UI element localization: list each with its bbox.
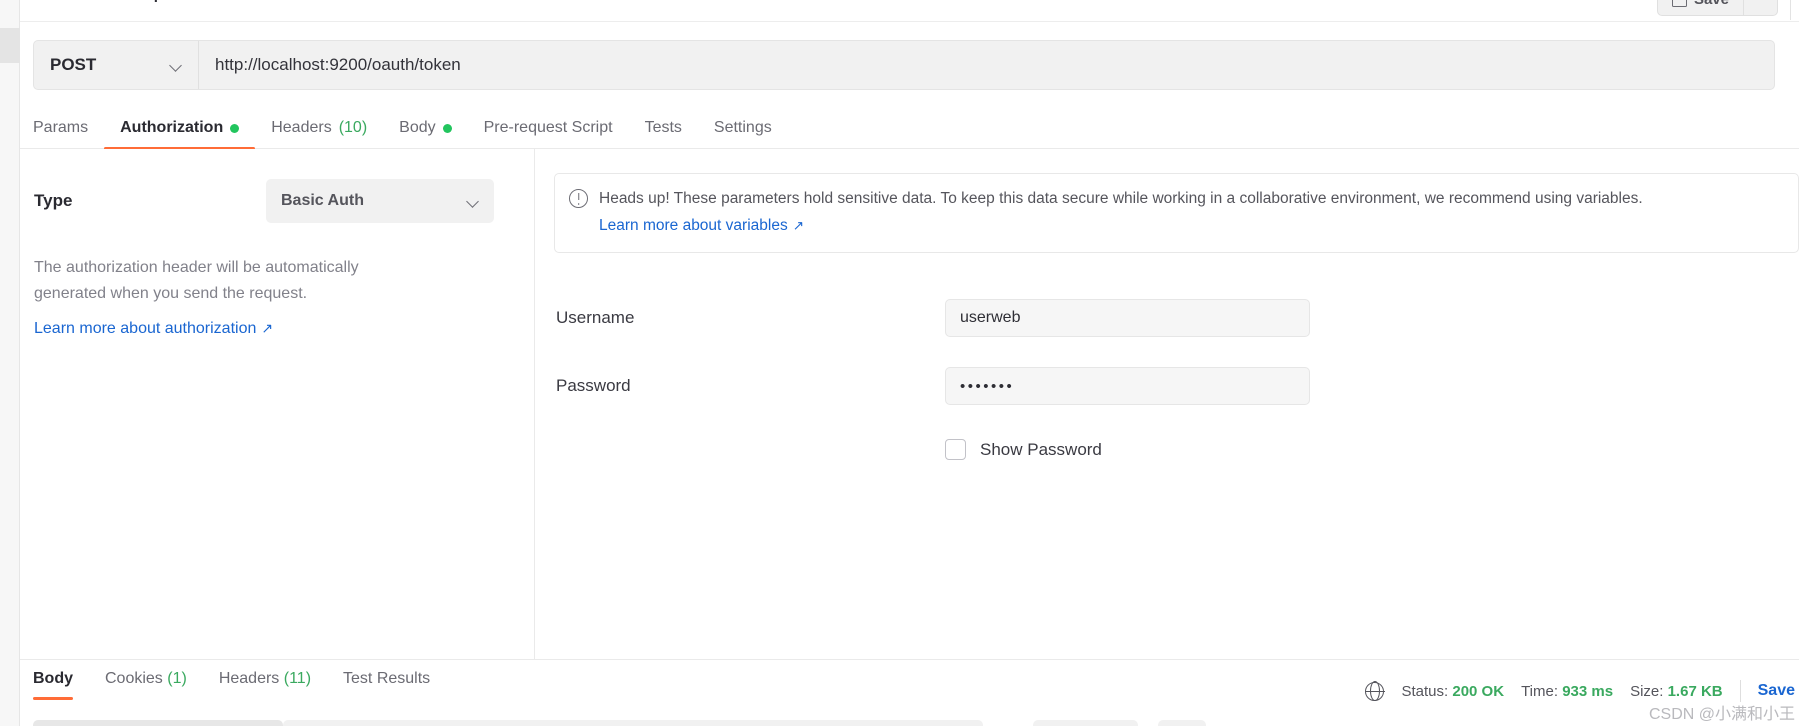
time-value: 933 ms (1562, 682, 1614, 700)
auth-type-row: Type Basic Auth (34, 179, 502, 223)
tab-headers-label: Headers (271, 119, 332, 136)
response-tab-cookies-count: (1) (167, 670, 187, 687)
breadcrumb-collection[interactable]: Kms (40, 0, 70, 3)
save-response-button[interactable]: Save (1758, 682, 1799, 700)
auth-description: The authorization header will be automat… (34, 259, 359, 302)
response-meta: Status: 200 OK Time: 933 ms Size: 1.67 K… (1365, 680, 1799, 702)
show-password-label: Show Password (980, 439, 1102, 459)
save-button-label: Save (1694, 0, 1729, 8)
response-format-selector[interactable] (33, 720, 283, 726)
response-view-options[interactable] (283, 720, 983, 726)
tab-authorization-label: Authorization (120, 119, 224, 136)
time-label: Time: (1521, 682, 1559, 700)
size-metric: Size: 1.67 KB (1630, 683, 1723, 700)
sensitive-data-notice-text: Heads up! These parameters hold sensitiv… (599, 186, 1782, 239)
username-label: Username (556, 308, 635, 328)
floppy-disk-icon (1671, 0, 1687, 7)
http-method-value: POST (50, 55, 97, 74)
response-tab-body[interactable]: Body (33, 670, 91, 700)
tab-authorization[interactable]: Authorization (104, 107, 256, 150)
password-masked-value: ••••••• (960, 377, 1015, 395)
response-tab-bar: Body Cookies (1) Headers (11) Test Resul… (33, 670, 462, 700)
breadcrumb-separator: / (80, 0, 84, 3)
response-tab-test-results-label: Test Results (343, 670, 431, 687)
authorization-type-panel: Type Basic Auth The authorization header… (20, 149, 535, 659)
response-tab-headers-label: Headers (218, 670, 280, 687)
username-row: Username userweb (554, 299, 1799, 338)
tab-headers[interactable]: Headers (10) (255, 107, 383, 149)
time-metric: Time: 933 ms (1521, 683, 1613, 700)
status-value: 200 OK (1452, 682, 1505, 700)
external-link-icon: ↗ (792, 217, 804, 233)
learn-more-variables-link[interactable]: Learn more about variables ↗ (599, 213, 804, 240)
notice-body: Heads up! These parameters hold sensitiv… (599, 190, 1643, 207)
response-tab-cookies-label: Cookies (105, 670, 163, 687)
response-toolbar (33, 716, 1799, 726)
tab-tests[interactable]: Tests (629, 107, 698, 149)
auth-type-value: Basic Auth (281, 192, 364, 209)
authorization-credentials-panel: Heads up! These parameters hold sensitiv… (536, 149, 1799, 659)
left-rail (0, 0, 20, 726)
external-link-icon: ↗ (261, 320, 273, 336)
size-value: 1.67 KB (1667, 682, 1723, 700)
tab-pre-request-script-label: Pre-request Script (483, 119, 613, 136)
learn-more-variables-label: Learn more about variables (599, 216, 788, 234)
request-header-bar: Kms / New Request Save (20, 0, 1799, 22)
response-tab-test-results[interactable]: Test Results (343, 670, 448, 700)
sensitive-data-notice: Heads up! These parameters hold sensitiv… (554, 173, 1799, 254)
response-tab-cookies[interactable]: Cookies (1) (105, 670, 205, 700)
tab-tests-label: Tests (644, 119, 682, 136)
header-divider (1790, 0, 1791, 20)
size-label: Size: (1630, 682, 1664, 700)
response-tab-headers[interactable]: Headers (11) (219, 670, 329, 700)
auth-type-label: Type (34, 191, 73, 210)
tab-headers-count: (10) (338, 119, 368, 136)
postman-window: Kms / New Request Save POST http://local… (0, 0, 1799, 726)
username-input[interactable]: userweb (945, 299, 1310, 338)
globe-icon (1365, 681, 1385, 701)
meta-divider (1739, 680, 1741, 702)
request-tab-bar: Params Authorization Headers (10) Body P… (20, 107, 1799, 150)
tab-body-label: Body (399, 119, 436, 136)
breadcrumb-current: New Request (95, 0, 189, 3)
tab-settings[interactable]: Settings (698, 107, 788, 149)
status-metric: Status: 200 OK (1401, 683, 1504, 700)
body-status-dot-icon (442, 123, 452, 133)
save-button[interactable]: Save (1656, 0, 1744, 16)
password-label: Password (556, 376, 631, 396)
response-actions-button[interactable] (1158, 720, 1206, 726)
tab-params-label: Params (33, 119, 89, 136)
save-dropdown-button[interactable] (1744, 0, 1778, 16)
learn-more-authorization-label: Learn more about authorization (34, 319, 257, 337)
response-search-box[interactable] (1033, 720, 1138, 726)
tab-pre-request-script[interactable]: Pre-request Script (468, 107, 629, 149)
breadcrumb: Kms / New Request (40, 0, 189, 3)
exclamation-circle-icon (569, 189, 588, 208)
chevron-down-icon (170, 59, 182, 71)
tab-body[interactable]: Body (383, 107, 467, 149)
left-rail-active-indicator (0, 28, 20, 63)
tab-params[interactable]: Params (33, 107, 104, 149)
response-tab-headers-count: (11) (283, 670, 312, 687)
url-input[interactable]: http://localhost:9200/oauth/token (199, 41, 1774, 89)
tab-settings-label: Settings (713, 119, 772, 136)
response-tab-body-label: Body (33, 670, 73, 687)
show-password-checkbox[interactable] (945, 439, 966, 461)
show-password-row: Show Password (554, 439, 1799, 461)
learn-more-authorization-link[interactable]: Learn more about authorization ↗ (34, 320, 273, 338)
auth-type-select[interactable]: Basic Auth (266, 179, 494, 223)
password-row: Password ••••••• (554, 367, 1799, 406)
chevron-down-icon (467, 195, 479, 207)
status-label: Status: (1401, 682, 1449, 700)
http-method-select[interactable]: POST (34, 41, 199, 89)
authorization-status-dot-icon (230, 123, 240, 133)
url-box: POST http://localhost:9200/oauth/token (33, 40, 1775, 90)
url-row: POST http://localhost:9200/oauth/token S… (20, 40, 1799, 90)
password-input[interactable]: ••••••• (945, 367, 1310, 406)
